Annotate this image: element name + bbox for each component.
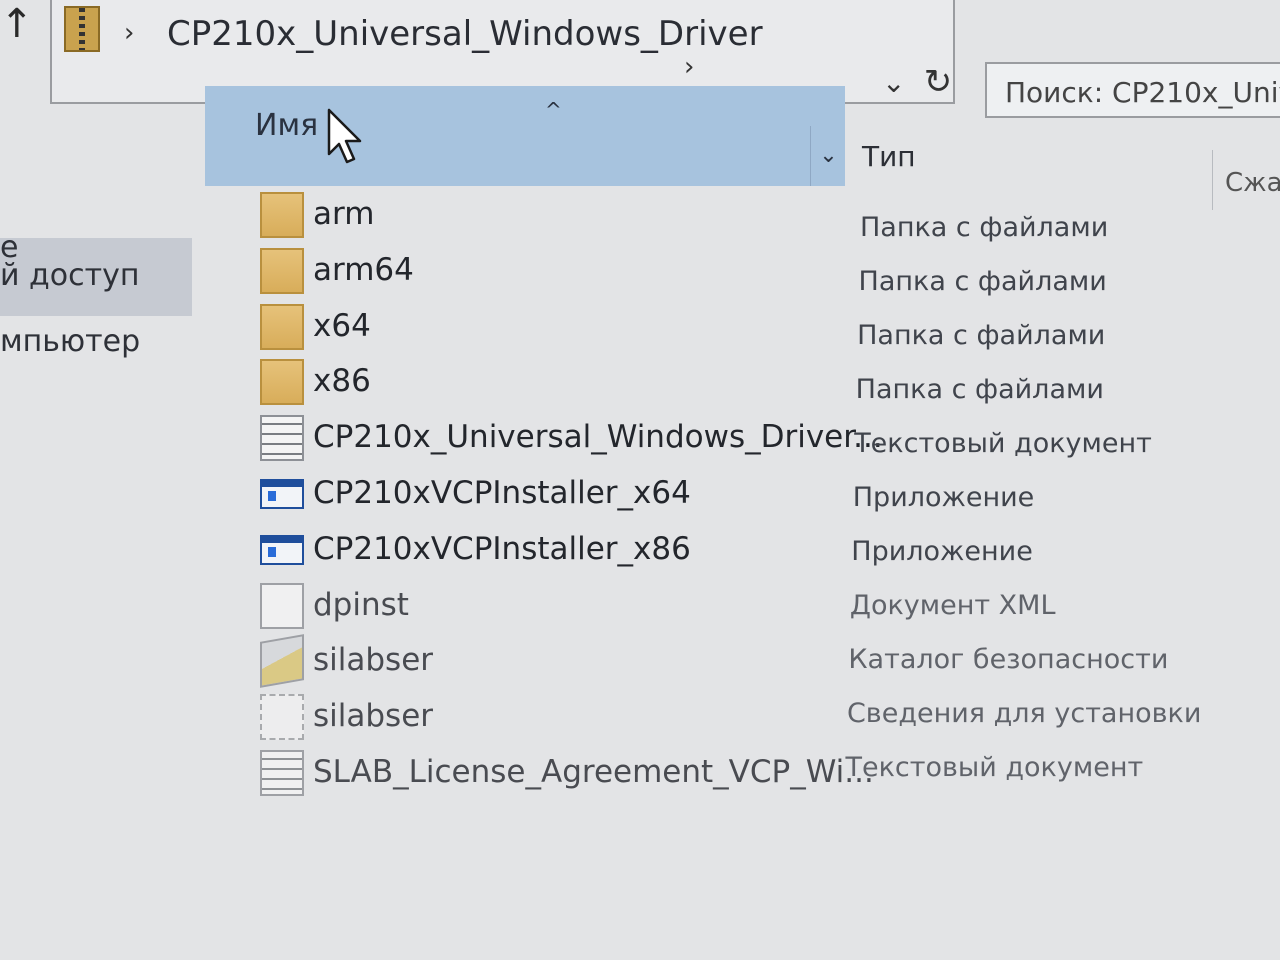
- application-icon: [260, 479, 304, 509]
- security-catalog-icon: [260, 634, 304, 689]
- file-row[interactable]: x86 Папка с файлами: [255, 359, 1215, 411]
- mouse-cursor-icon: [327, 108, 362, 164]
- nav-item-quick-access[interactable]: й доступ: [0, 238, 192, 316]
- file-type: Каталог безопасности: [848, 643, 1169, 675]
- file-type: Документ XML: [849, 589, 1056, 621]
- column-header-name-label: Имя: [255, 108, 319, 143]
- navigation-pane: й доступ е мпьютер: [0, 118, 200, 960]
- file-row[interactable]: x64 Папка с файлами: [255, 303, 1215, 356]
- chevron-right-icon[interactable]: ›: [124, 18, 134, 48]
- file-name: SLAB_License_Agreement_VCP_Wi...: [313, 754, 874, 790]
- file-type: Папка с файлами: [857, 319, 1106, 351]
- file-row[interactable]: silabser Каталог безопасности: [255, 634, 1215, 690]
- file-name: CP210xVCPInstaller_x86: [313, 530, 691, 567]
- search-input[interactable]: Поиск: CP210x_Universa: [985, 62, 1280, 118]
- file-row[interactable]: arm Папка с файлами: [255, 192, 1215, 244]
- chevron-down-icon[interactable]: ⌄: [882, 66, 905, 99]
- file-name: CP210x_Universal_Windows_Driver...: [313, 419, 883, 456]
- file-type: Приложение: [852, 482, 1035, 513]
- zip-folder-icon: [64, 6, 100, 52]
- file-type: Приложение: [851, 535, 1033, 567]
- column-header-type[interactable]: Тип: [862, 140, 916, 173]
- file-row[interactable]: silabser Сведения для установки: [255, 694, 1215, 746]
- sort-ascending-icon: ^: [545, 98, 562, 122]
- file-name: CP210xVCPInstaller_x64: [313, 475, 691, 511]
- file-name: silabser: [313, 642, 434, 679]
- column-header-compressed[interactable]: Сжат: [1225, 168, 1280, 198]
- folder-icon: [260, 303, 304, 350]
- folder-icon: [260, 359, 304, 406]
- file-row[interactable]: dpinst Документ XML: [255, 582, 1215, 635]
- text-document-icon: [260, 415, 304, 462]
- folder-icon: [260, 247, 304, 294]
- file-name: x86: [313, 363, 371, 400]
- setup-information-icon: [260, 694, 304, 741]
- file-row[interactable]: CP210x_Universal_Windows_Driver... Тексто…: [255, 415, 1215, 467]
- file-name: arm: [313, 196, 375, 232]
- file-row[interactable]: CP210xVCPInstaller_x86 Приложение: [255, 527, 1215, 579]
- file-type: Текстовый документ: [845, 752, 1144, 783]
- file-type: Текстовый документ: [854, 427, 1152, 459]
- file-type: Папка с файлами: [860, 212, 1109, 243]
- nav-item-this-pc[interactable]: мпьютер: [0, 324, 140, 359]
- file-name: dpinst: [313, 586, 409, 623]
- file-name: x64: [313, 307, 371, 344]
- file-type: Папка с файлами: [858, 265, 1107, 297]
- file-type: Сведения для установки: [846, 697, 1202, 729]
- nav-item-partial[interactable]: е: [0, 230, 18, 265]
- file-row[interactable]: CP210xVCPInstaller_x64 Приложение: [255, 471, 1215, 523]
- xml-document-icon: [260, 582, 304, 629]
- folder-icon: [260, 192, 304, 238]
- file-row[interactable]: arm64 Папка с файлами: [255, 247, 1215, 300]
- breadcrumb-item[interactable]: CP210x_Universal_Windows_Driver: [167, 14, 763, 54]
- refresh-icon[interactable]: ↻: [918, 62, 958, 102]
- chevron-right-icon[interactable]: ›: [684, 52, 694, 82]
- file-row[interactable]: SLAB_License_Agreement_VCP_Wi... Текстовы…: [255, 750, 1215, 802]
- up-arrow-icon[interactable]: ↑: [0, 4, 34, 44]
- column-filter-dropdown[interactable]: ⌄: [810, 126, 846, 186]
- application-icon: [260, 534, 304, 565]
- file-name: arm64: [313, 251, 414, 288]
- column-header-name[interactable]: Имя ^ ⌄: [205, 86, 845, 186]
- file-name: silabser: [313, 698, 434, 735]
- file-type: Папка с файлами: [855, 373, 1104, 405]
- text-document-icon: [260, 750, 304, 796]
